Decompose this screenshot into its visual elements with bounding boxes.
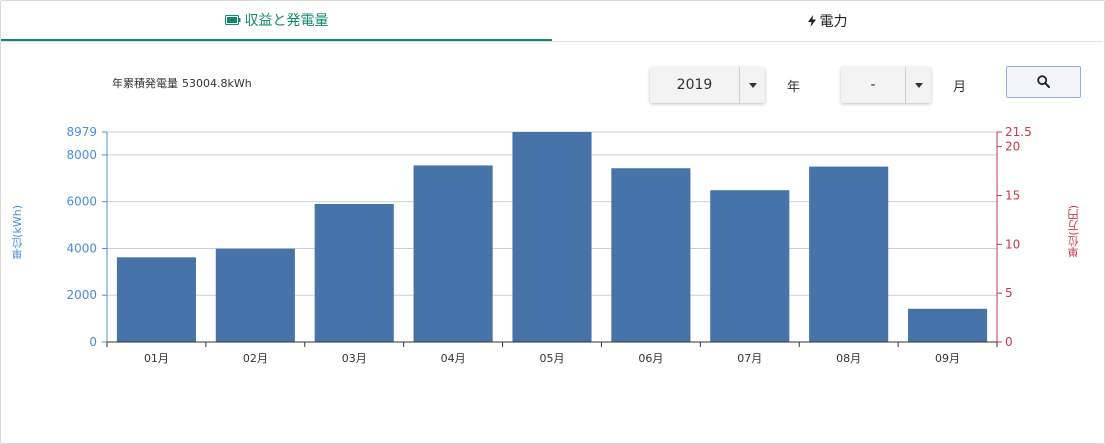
year-select-value: 2019	[676, 77, 713, 93]
tab-power[interactable]: 電力	[552, 1, 1103, 41]
chevron-down-icon	[914, 82, 923, 88]
left-tick-label: 4000	[66, 241, 97, 255]
month-select[interactable]: -	[841, 67, 931, 103]
x-tick-label: 02月	[243, 352, 268, 365]
right-tick-label: 15	[1005, 188, 1020, 202]
x-tick-label: 05月	[540, 352, 565, 365]
bar-07月	[710, 190, 790, 342]
year-dropdown-toggle[interactable]	[739, 67, 765, 103]
bar-01月	[116, 257, 196, 342]
right-tick-label: 21.5	[1005, 125, 1032, 139]
left-tick-label: 8000	[66, 148, 97, 162]
bar-06月	[611, 168, 691, 342]
bar-03月	[314, 204, 394, 342]
summary-value: 53004.8kWh	[182, 77, 252, 90]
x-tick-label: 04月	[441, 352, 466, 365]
left-tick-label: 0	[89, 335, 97, 349]
chevron-down-icon	[748, 82, 757, 88]
x-tick-label: 03月	[342, 352, 367, 365]
right-tick-label: 5	[1005, 286, 1013, 300]
search-icon	[1037, 73, 1050, 92]
right-tick-label: 0	[1005, 335, 1013, 349]
annual-generation-summary: 年累積発電量 53004.8kWh	[112, 75, 252, 91]
left-tick-label: 8979	[66, 125, 97, 139]
x-tick-label: 08月	[836, 352, 861, 365]
tab-revenue-generation[interactable]: 収益と発電量	[1, 1, 552, 41]
tab-power-label: 電力	[819, 14, 848, 30]
year-unit-label: 年	[787, 80, 801, 95]
left-tick-label: 6000	[66, 195, 97, 209]
x-tick-label: 07月	[737, 352, 762, 365]
right-tick-label: 10	[1005, 237, 1020, 251]
summary-label: 年累積発電量	[112, 77, 178, 90]
x-tick-label: 06月	[638, 352, 663, 365]
month-dropdown-toggle[interactable]	[905, 67, 931, 103]
month-select-value: -	[870, 77, 876, 93]
right-tick-label: 20	[1005, 140, 1020, 154]
bar-05月	[512, 132, 592, 342]
lightning-icon	[807, 15, 816, 27]
x-tick-label: 01月	[144, 352, 169, 365]
bar-08月	[809, 166, 889, 342]
battery-icon	[224, 15, 241, 25]
bar-02月	[215, 248, 295, 342]
search-button[interactable]	[1006, 66, 1081, 98]
x-tick-label: 09月	[935, 352, 960, 365]
left-tick-label: 2000	[66, 288, 97, 302]
tab-revenue-generation-label: 収益と発電量	[244, 13, 329, 29]
bar-04月	[413, 165, 493, 342]
monthly-generation-chart: 0 2000 4000 6000 8000 8979 0 5 10 15 2021.5 01月 02月 0…	[66, 125, 1032, 365]
tab-bar: 収益と発電量 電力	[1, 1, 1103, 42]
bar-09月	[908, 308, 988, 342]
year-select[interactable]: 2019	[650, 67, 765, 103]
month-unit-label: 月	[953, 80, 967, 95]
